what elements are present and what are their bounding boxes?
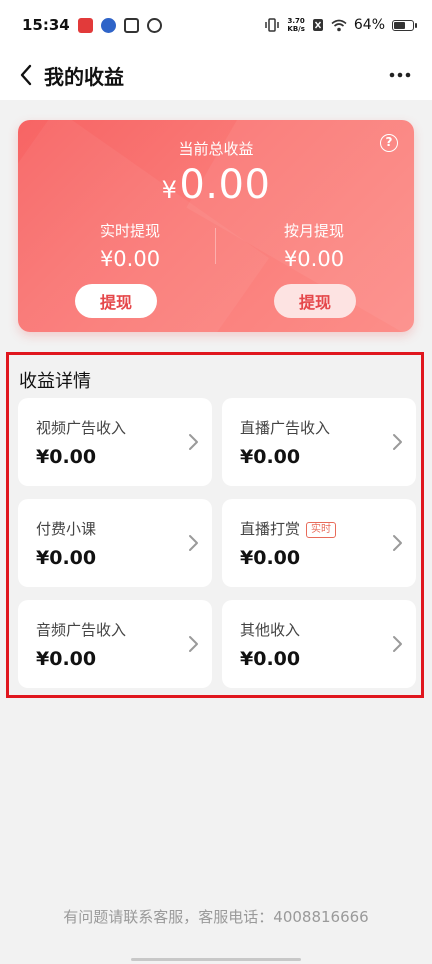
section-title: 收益详情 — [19, 371, 91, 392]
total-earnings-value: ¥0.00 — [18, 162, 414, 208]
more-options-icon[interactable] — [386, 63, 414, 87]
detail-card-label-text: 直播打赏 — [240, 520, 301, 538]
realtime-withdraw-value: ¥0.00 — [99, 247, 161, 271]
bank-notification-icon — [100, 17, 116, 33]
earnings-summary-card: ? 当前总收益 ¥0.00 实时提现 ¥0.00 按月提现 ¥0.00 提现 提… — [18, 120, 414, 332]
back-icon[interactable] — [14, 63, 38, 87]
chevron-right-icon — [189, 535, 198, 551]
detail-card-value: ¥0.00 — [36, 446, 97, 468]
realtime-withdraw-column: 实时提现 ¥0.00 — [50, 220, 210, 271]
app-notification-icon — [77, 17, 93, 33]
status-left: 15:34 — [22, 16, 162, 34]
status-right: 3.70 KB/s 64% — [264, 17, 417, 33]
earnings-details-section: 收益详情 视频广告收入 ¥0.00 直播广告收入 ¥0.00 付费小课 ¥0.0… — [6, 352, 424, 698]
home-indicator[interactable] — [131, 958, 301, 961]
monthly-withdraw-column: 按月提现 ¥0.00 — [234, 220, 394, 271]
realtime-withdraw-button[interactable]: 提现 — [75, 284, 157, 318]
detail-card-video-ads[interactable]: 视频广告收入 ¥0.00 — [18, 398, 212, 486]
status-time: 15:34 — [22, 16, 70, 34]
detail-card-live-tips[interactable]: 直播打赏 实时 ¥0.00 — [222, 499, 416, 587]
chevron-right-icon — [189, 636, 198, 652]
network-speed-value: 3.70 — [287, 17, 305, 25]
sync-notification-icon — [146, 17, 162, 33]
header-bar: 我的收益 — [0, 50, 432, 100]
network-speed-unit: KB/s — [287, 25, 305, 33]
status-bar: 15:34 3.70 KB/s 64% — [0, 0, 432, 50]
detail-card-audio-ads[interactable]: 音频广告收入 ¥0.00 — [18, 600, 212, 688]
detail-card-live-ads[interactable]: 直播广告收入 ¥0.00 — [222, 398, 416, 486]
detail-card-label: 音频广告收入 — [36, 621, 127, 639]
page-title: 我的收益 — [44, 64, 124, 89]
detail-card-value: ¥0.00 — [36, 648, 97, 670]
detail-card-label: 直播广告收入 — [240, 419, 331, 437]
sim-off-icon — [312, 19, 323, 31]
message-notification-icon — [123, 17, 139, 33]
realtime-tag: 实时 — [306, 522, 337, 538]
chevron-right-icon — [393, 636, 402, 652]
network-speed: 3.70 KB/s — [287, 17, 304, 33]
detail-card-value: ¥0.00 — [240, 547, 301, 569]
total-earnings-amount: 0.00 — [179, 162, 271, 208]
detail-card-other-income[interactable]: 其他收入 ¥0.00 — [222, 600, 416, 688]
detail-card-value: ¥0.00 — [36, 547, 97, 569]
chevron-right-icon — [393, 434, 402, 450]
monthly-withdraw-label: 按月提现 — [283, 222, 344, 240]
chevron-right-icon — [393, 535, 402, 551]
realtime-withdraw-label: 实时提现 — [99, 222, 160, 240]
detail-card-paid-courses[interactable]: 付费小课 ¥0.00 — [18, 499, 212, 587]
battery-percent: 64% — [353, 17, 385, 33]
column-divider — [215, 228, 216, 264]
detail-card-label: 付费小课 — [36, 520, 97, 538]
detail-card-label: 其他收入 — [240, 621, 301, 639]
detail-card-label: 视频广告收入 — [36, 419, 127, 437]
total-earnings-label: 当前总收益 — [178, 140, 254, 158]
monthly-withdraw-button[interactable]: 提现 — [274, 284, 356, 318]
battery-icon — [392, 19, 417, 31]
detail-card-value: ¥0.00 — [240, 446, 301, 468]
detail-card-value: ¥0.00 — [240, 648, 301, 670]
currency-symbol: ¥ — [161, 176, 178, 204]
detail-card-label: 直播打赏 实时 — [240, 518, 337, 539]
customer-service-note: 有问题请联系客服，客服电话：4008816666 — [63, 908, 369, 926]
chevron-right-icon — [189, 434, 198, 450]
vibrate-icon — [265, 18, 280, 32]
wifi-icon — [331, 19, 347, 31]
monthly-withdraw-value: ¥0.00 — [283, 247, 345, 271]
